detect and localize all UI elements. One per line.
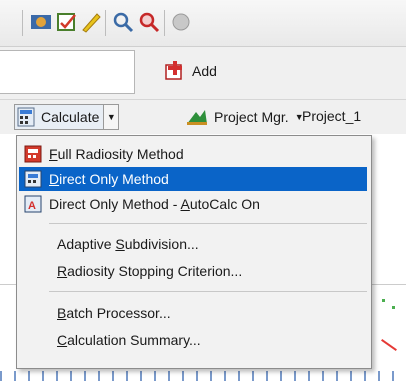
disabled-circle-icon[interactable] [170, 11, 192, 33]
render-icon[interactable] [30, 11, 52, 33]
add-button[interactable]: Add [164, 58, 217, 84]
direct-only-icon [24, 170, 42, 188]
chevron-down-icon: ▼ [106, 112, 116, 122]
zoom-window-icon[interactable] [138, 11, 160, 33]
menu-item-direct-only[interactable]: Direct Only Method [19, 167, 367, 191]
menu-separator [49, 223, 367, 224]
menu-item-direct-only-autocalc[interactable]: A Direct Only Method - AutoCalc On [19, 192, 367, 216]
calculate-dropdown-arrow[interactable]: ▼ [104, 104, 120, 130]
zoom-all-icon[interactable] [112, 11, 134, 33]
toolbar-separator [22, 10, 23, 36]
project-value: Project_1 [302, 108, 362, 124]
add-label: Add [192, 63, 217, 79]
toolbar-separator [164, 10, 165, 36]
menu-item-label: Direct Only Method - AutoCalc On [49, 196, 260, 212]
menu-item-adaptive-subdivision[interactable]: Adaptive Subdivision... [19, 232, 367, 256]
menu-item-label: Batch Processor... [57, 305, 171, 321]
menu-item-label: Adaptive Subdivision... [57, 236, 199, 252]
full-radiosity-icon [24, 145, 42, 163]
plot-point [382, 299, 385, 302]
add-icon [165, 61, 182, 80]
text-input[interactable] [0, 50, 135, 94]
calculate-split-button: Calculate ▼ [14, 104, 120, 130]
project-manager-icon [187, 110, 207, 125]
menu-item-label: Full Radiosity Method [49, 146, 184, 162]
calculate-label: Calculate [41, 109, 100, 125]
toolbar-separator [105, 10, 106, 36]
plot-point [392, 306, 395, 309]
pencil-icon[interactable] [80, 11, 102, 33]
project-manager-button[interactable]: Project Mgr. ▼ [186, 104, 304, 130]
menu-item-label: Calculation Summary... [57, 332, 201, 348]
menu-item-calculation-summary[interactable]: Calculation Summary... [19, 328, 367, 352]
menu-item-full-radiosity[interactable]: Full Radiosity Method [19, 142, 367, 166]
calculator-icon [17, 107, 35, 127]
menu-item-label: Direct Only Method [49, 171, 169, 187]
plot-line [381, 339, 397, 351]
menu-separator [49, 291, 367, 292]
project-select[interactable]: Project_1 [302, 104, 361, 128]
calculate-dropdown-menu: Full Radiosity Method Direct Only Method… [16, 135, 372, 369]
svg-text:A: A [28, 200, 36, 212]
project-manager-label: Project Mgr. [214, 109, 289, 125]
ruler-ticks [0, 371, 406, 381]
menu-item-label: Radiosity Stopping Criterion... [57, 263, 243, 279]
edit-check-icon[interactable] [56, 11, 78, 33]
menu-item-batch-processor[interactable]: Batch Processor... [19, 301, 367, 325]
autocalc-icon: A [24, 195, 42, 213]
calculate-button[interactable]: Calculate [14, 104, 105, 130]
menu-item-radiosity-stopping[interactable]: Radiosity Stopping Criterion... [19, 259, 367, 283]
